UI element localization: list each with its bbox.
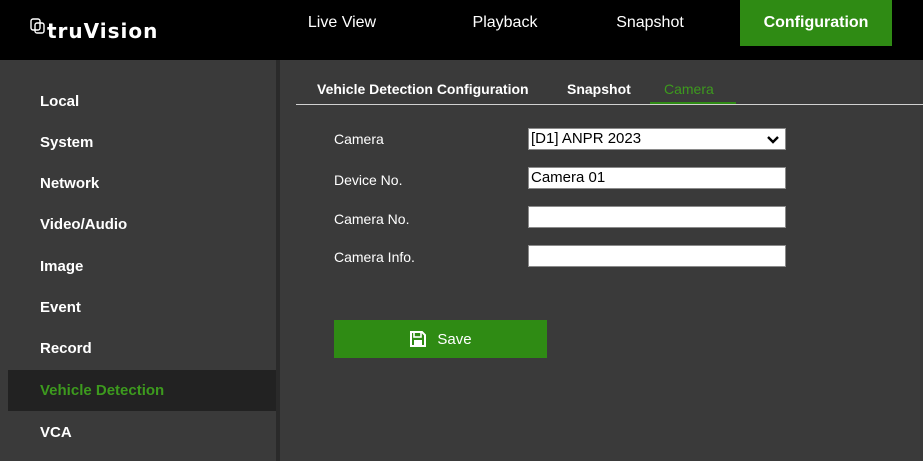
sidebar-item-record[interactable]: Record — [8, 328, 276, 369]
device-no-field[interactable]: Camera 01 — [528, 167, 786, 189]
sidebar-item-label: System — [40, 134, 94, 151]
camera-no-field[interactable] — [528, 206, 786, 228]
save-button[interactable]: Save — [334, 320, 547, 358]
camera-info-label: Camera Info. — [334, 249, 415, 265]
nav-tab-live-view[interactable]: Live View — [302, 0, 382, 46]
subtab-divider — [296, 104, 923, 105]
sidebar-item-network[interactable]: Network — [8, 163, 276, 204]
sidebar-item-label: Video/Audio — [40, 216, 128, 233]
sidebar-item-label: Network — [40, 175, 100, 192]
sidebar-item-system[interactable]: System — [8, 122, 276, 163]
sidebar-item-label: Image — [40, 258, 84, 275]
subtab-camera[interactable]: Camera — [664, 60, 714, 104]
truvision-logo-icon — [30, 18, 45, 34]
subtab-snapshot[interactable]: Snapshot — [567, 60, 631, 104]
brand-name: truVision — [47, 19, 159, 43]
camera-info-field[interactable] — [528, 245, 786, 267]
sidebar-item-event[interactable]: Event — [8, 287, 276, 328]
sidebar-item-vca[interactable]: VCA — [8, 412, 276, 453]
sidebar-item-video-audio[interactable]: Video/Audio — [8, 204, 276, 245]
sidebar-item-label: Record — [40, 340, 92, 357]
sidebar-item-local[interactable]: Local — [8, 81, 276, 122]
sidebar-item-vehicle-detection[interactable]: Vehicle Detection — [8, 370, 276, 411]
sidebar-item-label: VCA — [40, 424, 72, 441]
camera-no-label: Camera No. — [334, 211, 410, 227]
device-no-label: Device No. — [334, 172, 403, 188]
top-bar: truVision Live View Playback Snapshot Co… — [0, 0, 923, 60]
sidebar-item-label: Event — [40, 299, 81, 316]
sidebar-edge — [0, 60, 8, 461]
nav-tab-snapshot[interactable]: Snapshot — [608, 0, 692, 46]
sidebar-item-label: Vehicle Detection — [40, 382, 165, 399]
subtab-vehicle-detection-configuration[interactable]: Vehicle Detection Configuration — [317, 60, 529, 104]
camera-select[interactable]: [D1] ANPR 2023 — [528, 128, 786, 150]
chevron-down-icon — [767, 136, 779, 144]
save-icon — [410, 331, 427, 347]
nav-tab-configuration[interactable]: Configuration — [740, 0, 892, 46]
sidebar: Local System Network Video/Audio Image E… — [0, 60, 276, 461]
sidebar-item-label: Local — [40, 93, 80, 110]
sidebar-divider — [276, 60, 280, 461]
camera-label: Camera — [334, 131, 384, 147]
nav-tab-playback[interactable]: Playback — [462, 0, 548, 46]
save-button-label: Save — [437, 330, 472, 348]
brand-logo: truVision — [30, 17, 158, 45]
sidebar-item-image[interactable]: Image — [8, 246, 276, 287]
sub-tabs: Vehicle Detection Configuration Snapshot… — [280, 60, 923, 108]
camera-select-value: [D1] ANPR 2023 — [531, 130, 642, 147]
